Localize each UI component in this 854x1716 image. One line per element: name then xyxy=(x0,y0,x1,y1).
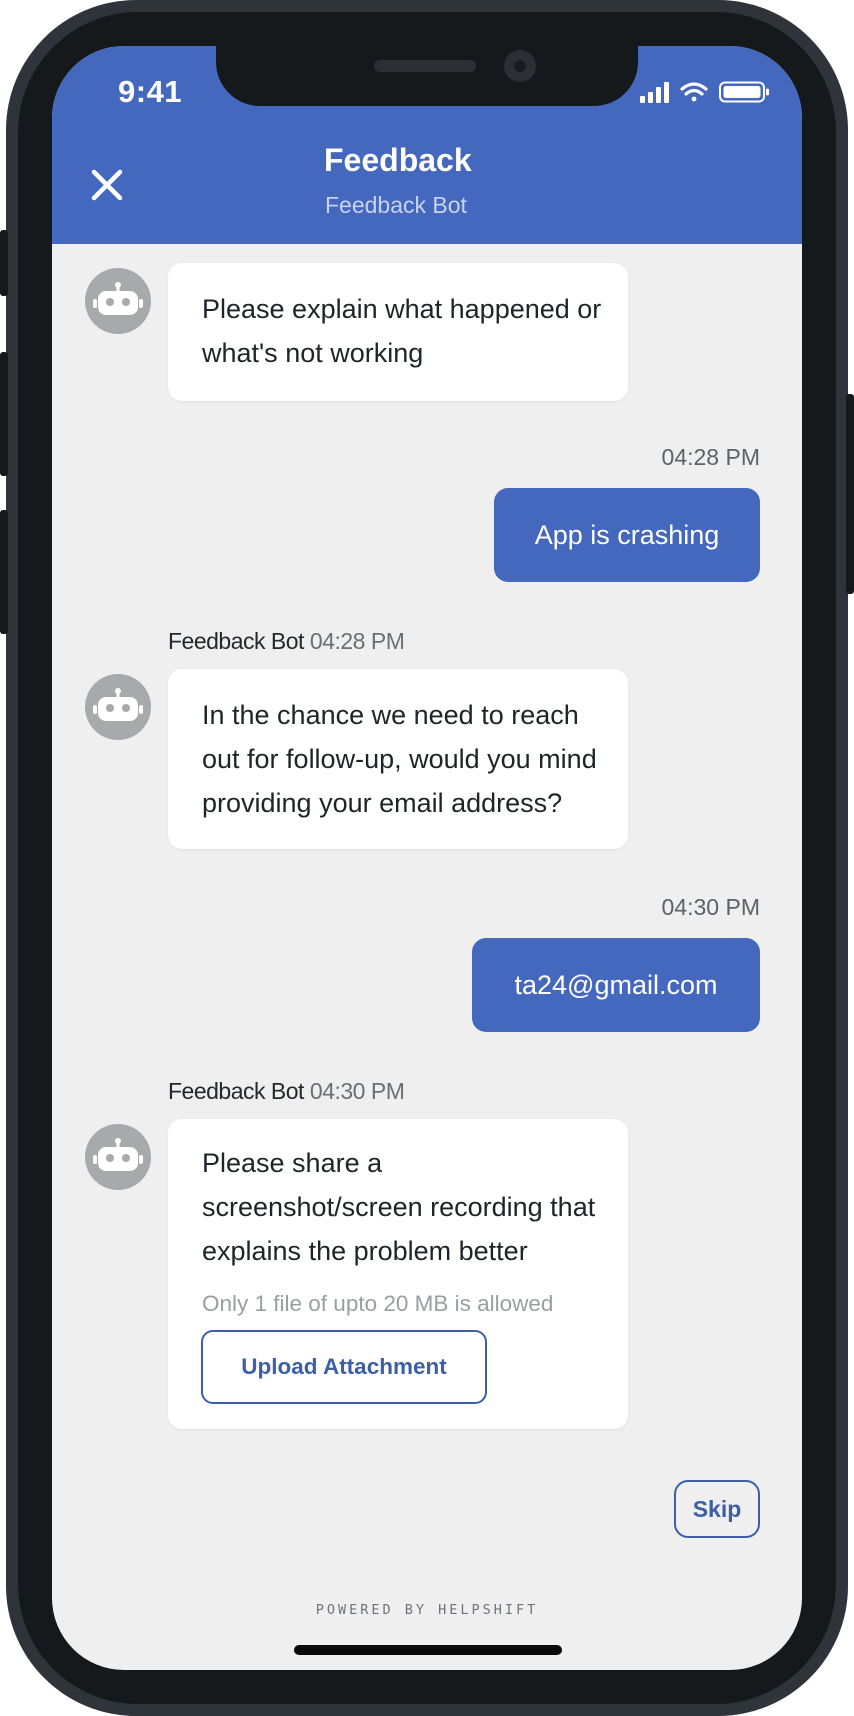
power-button xyxy=(846,394,854,594)
bot-message-text: Please share a screenshot/screen recordi… xyxy=(202,1148,596,1266)
robot-icon xyxy=(93,688,143,721)
home-indicator[interactable] xyxy=(294,1645,562,1655)
bot-avatar xyxy=(85,268,151,334)
skip-button[interactable]: Skip xyxy=(674,1480,760,1538)
close-icon[interactable] xyxy=(86,164,128,206)
notch xyxy=(216,46,638,106)
volume-up-button xyxy=(0,352,8,476)
app-screen: 9:41 Feedback Feedback Bot Please explai… xyxy=(52,46,802,1670)
wifi-icon xyxy=(680,82,708,102)
speaker xyxy=(374,60,476,72)
chat-header: 9:41 Feedback Feedback Bot xyxy=(52,46,802,244)
bot-message-text: Please explain what happened or what's n… xyxy=(202,294,602,368)
signal-icon xyxy=(640,82,669,103)
header-subtitle: Feedback Bot xyxy=(325,192,467,218)
upload-hint: Only 1 file of upto 20 MB is allowed xyxy=(202,1291,554,1316)
header-title: Feedback xyxy=(324,142,472,178)
user-message-bubble: ta24@gmail.com xyxy=(472,938,760,1032)
message-time: 04:28 PM xyxy=(309,628,405,654)
battery-icon xyxy=(719,81,769,103)
robot-icon xyxy=(93,282,143,315)
bot-message-bubble: In the chance we need to reach out for f… xyxy=(168,669,628,849)
user-message-bubble: App is crashing xyxy=(494,488,760,582)
robot-icon xyxy=(93,1138,143,1171)
message-time: 04:28 PM xyxy=(661,444,760,470)
status-time: 9:41 xyxy=(118,74,183,109)
message-time: 04:30 PM xyxy=(309,1078,405,1104)
bot-avatar xyxy=(85,1124,151,1190)
volume-down-button xyxy=(0,510,8,634)
bot-message-text: In the chance we need to reach out for f… xyxy=(202,700,597,818)
status-icons xyxy=(640,81,769,103)
message-meta: Feedback Bot 04:30 PM xyxy=(168,1078,405,1105)
front-camera xyxy=(504,50,536,82)
bot-avatar xyxy=(85,674,151,740)
upload-attachment-button[interactable]: Upload Attachment xyxy=(201,1330,487,1404)
powered-by-footer: POWERED BY HELPSHIFT xyxy=(315,1602,539,1618)
bot-message-bubble: Please share a screenshot/screen recordi… xyxy=(168,1119,628,1429)
bot-message-bubble: Please explain what happened or what's n… xyxy=(168,263,628,401)
sender-name: Feedback Bot xyxy=(168,628,304,654)
mute-switch xyxy=(0,230,8,296)
sender-name: Feedback Bot xyxy=(168,1078,304,1104)
message-meta: Feedback Bot 04:28 PM xyxy=(168,628,405,655)
message-time: 04:30 PM xyxy=(661,894,760,920)
